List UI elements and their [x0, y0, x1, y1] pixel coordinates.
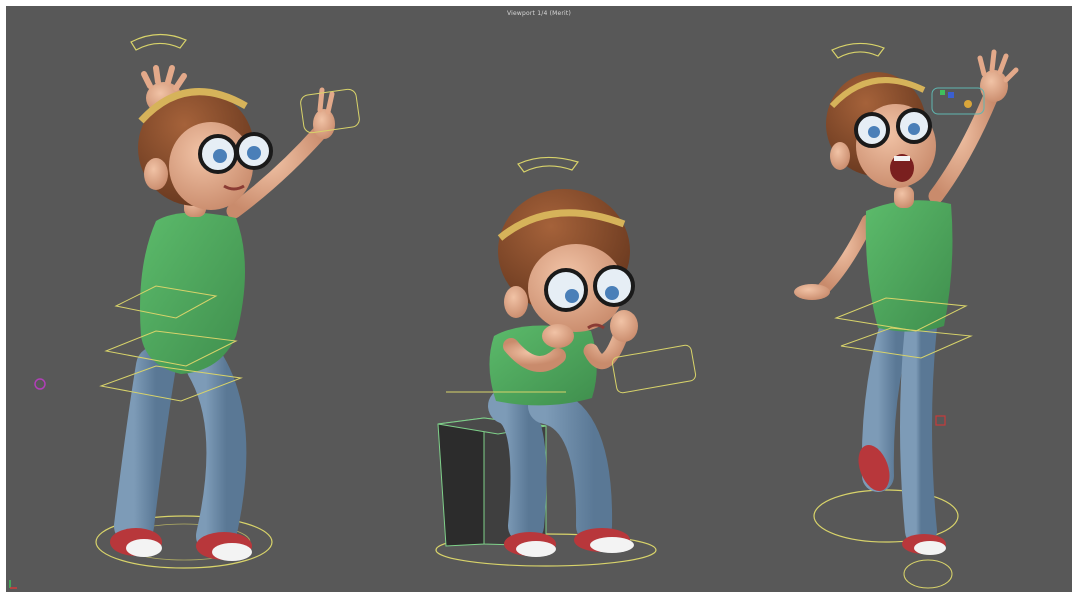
face-control-knob[interactable]: [940, 90, 945, 95]
translate-control-icon[interactable]: [130, 33, 187, 51]
character-2[interactable]: [435, 156, 697, 567]
shoe-toe: [914, 541, 946, 555]
hand-ik-control[interactable]: [611, 344, 697, 394]
viewport-3d[interactable]: Viewport 1/4 (Merit): [6, 6, 1072, 592]
character-3[interactable]: [794, 42, 1019, 589]
shoe-toe: [212, 543, 252, 561]
face-control-knob[interactable]: [948, 92, 954, 98]
shoe-toe: [126, 539, 162, 557]
leg: [900, 310, 937, 547]
pole-vector-control[interactable]: [34, 378, 46, 390]
neck: [894, 186, 914, 208]
face-control-panel[interactable]: [931, 87, 985, 115]
teeth: [894, 156, 910, 161]
hand-icon: [977, 49, 1019, 102]
leg: [114, 346, 176, 546]
shirt: [865, 200, 953, 332]
translate-control-icon[interactable]: [517, 156, 579, 173]
leg: [186, 346, 247, 556]
hand-icon: [610, 310, 638, 342]
hand-icon: [542, 324, 574, 348]
foot-control[interactable]: [903, 559, 953, 589]
translate-control-icon[interactable]: [831, 42, 885, 59]
arm: [817, 214, 875, 295]
scene-canvas[interactable]: [6, 6, 1072, 592]
hand-icon: [794, 284, 830, 300]
knee-pole-control[interactable]: [935, 415, 946, 426]
character-1[interactable]: [34, 33, 360, 569]
shoe-toe: [516, 541, 556, 557]
shoe-toe: [590, 537, 634, 553]
leg: [528, 388, 613, 544]
face-control-knob[interactable]: [964, 100, 972, 108]
shirt: [140, 212, 245, 374]
axis-gizmo-icon: [9, 580, 17, 589]
